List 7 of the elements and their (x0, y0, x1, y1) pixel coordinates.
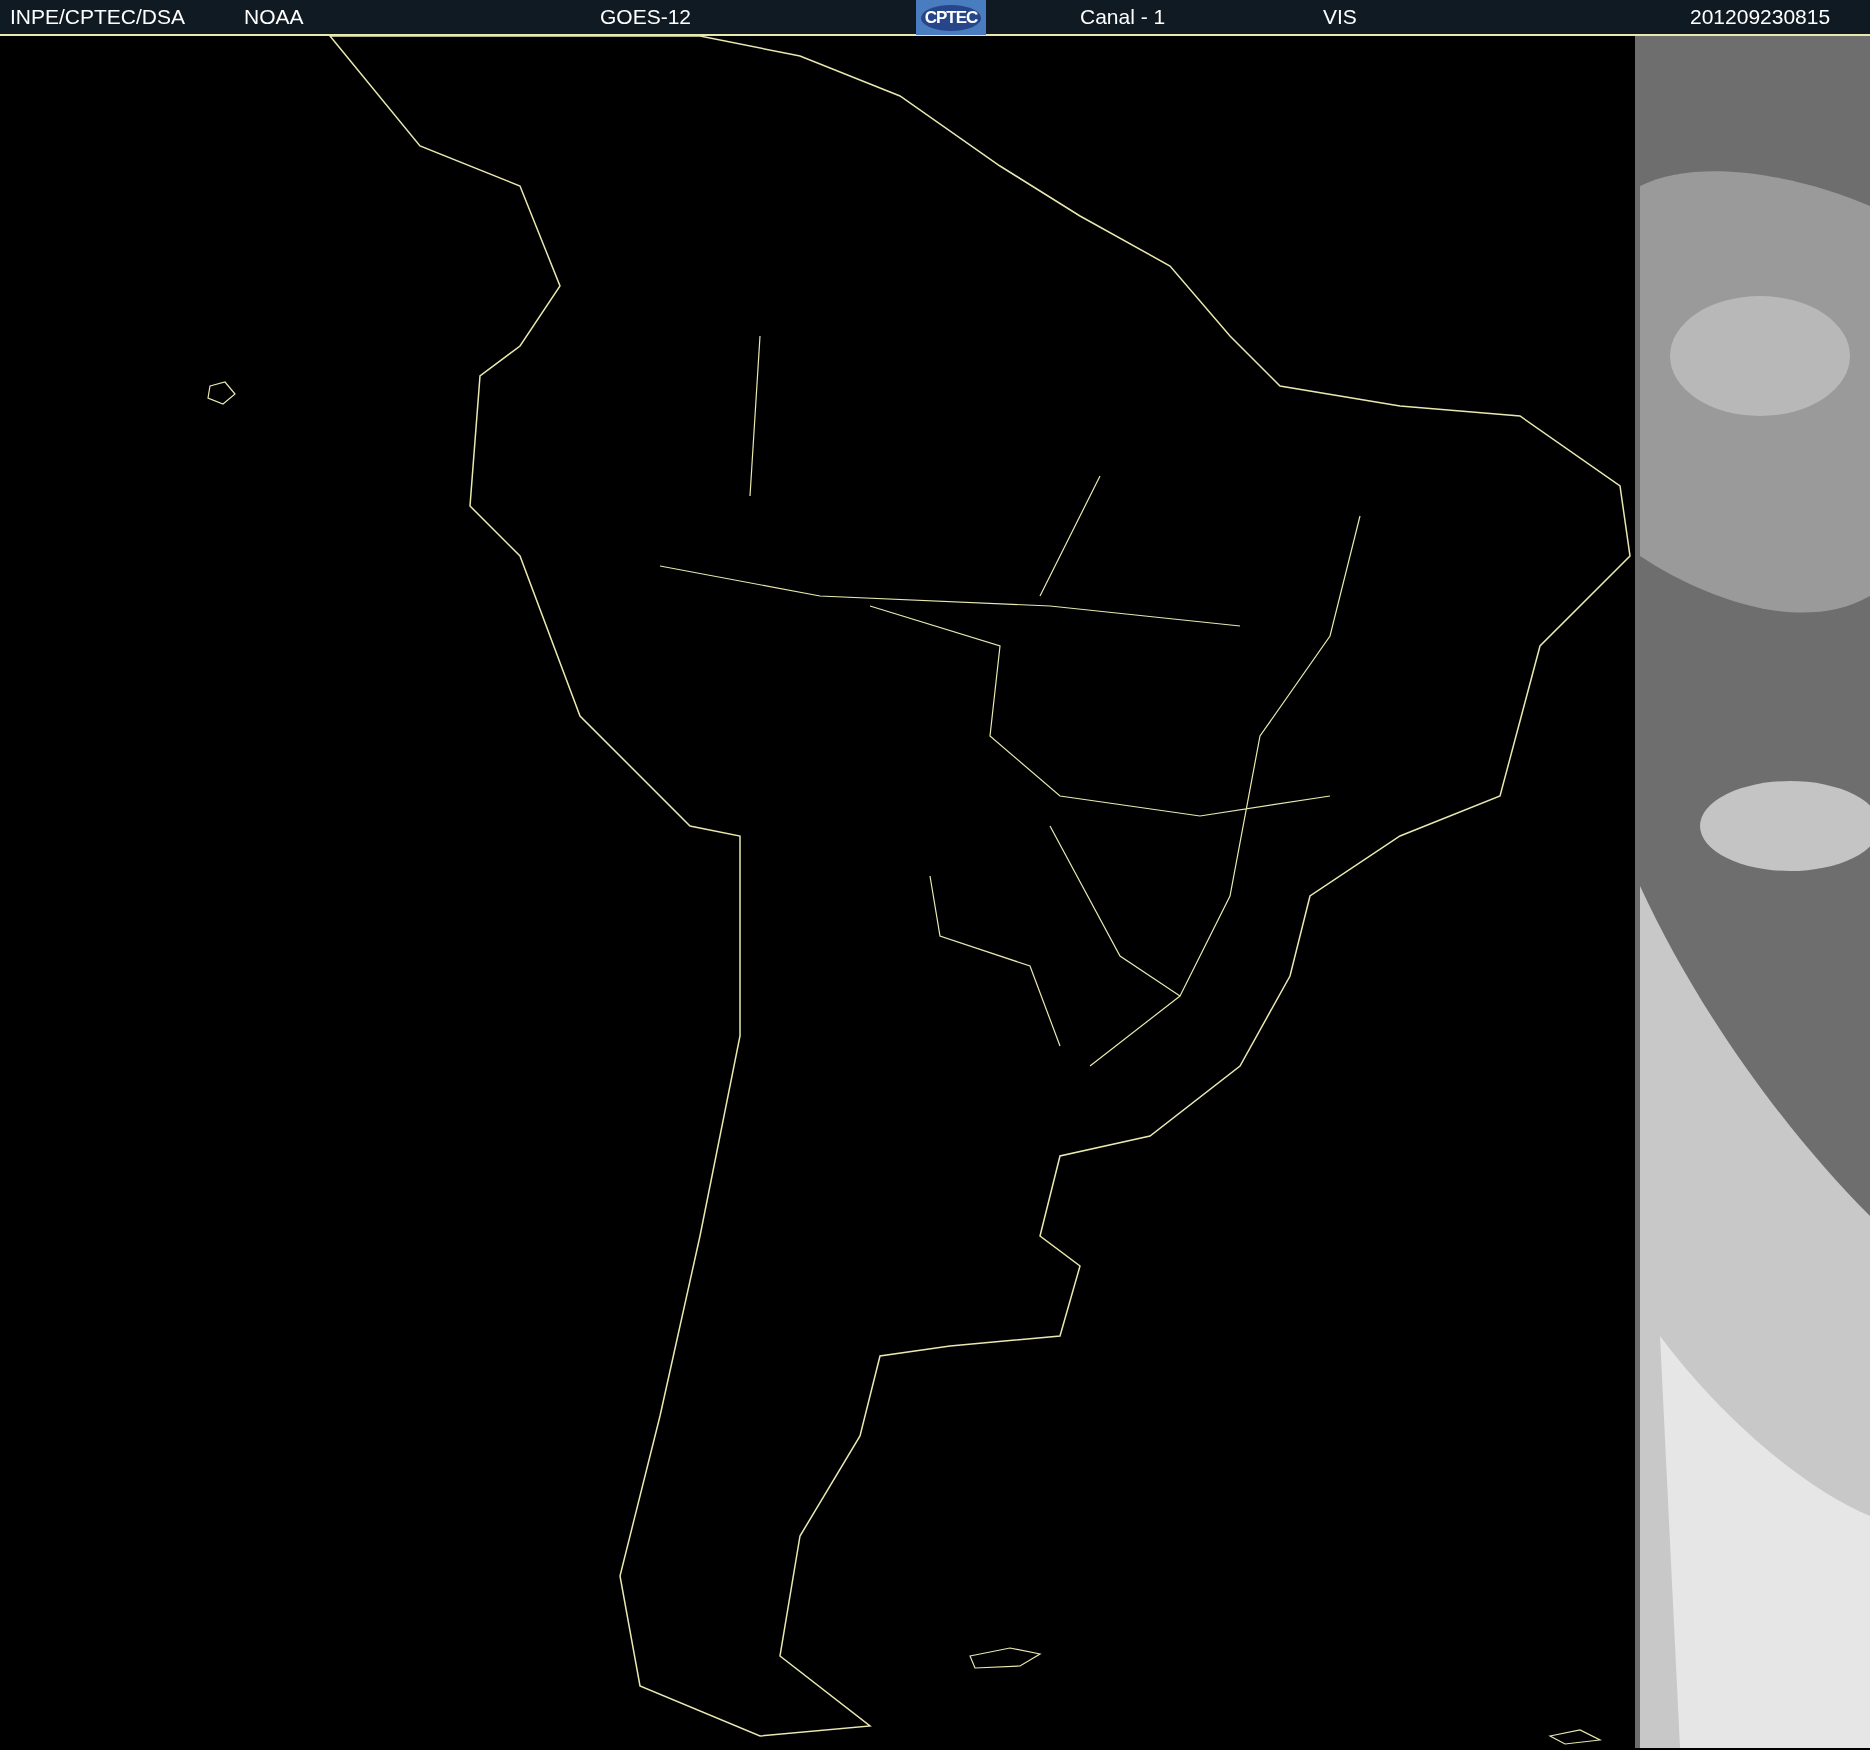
header-label: VIS (1323, 5, 1357, 29)
header-label: GOES-12 (600, 5, 692, 29)
logo: CPTEC (916, 0, 986, 35)
header-label: Canal - 1 (1080, 5, 1166, 29)
header-label: 201209230815 (1690, 5, 1831, 29)
header-label: INPE/CPTEC/DSA (10, 5, 186, 29)
header-label: NOAA (244, 5, 304, 29)
